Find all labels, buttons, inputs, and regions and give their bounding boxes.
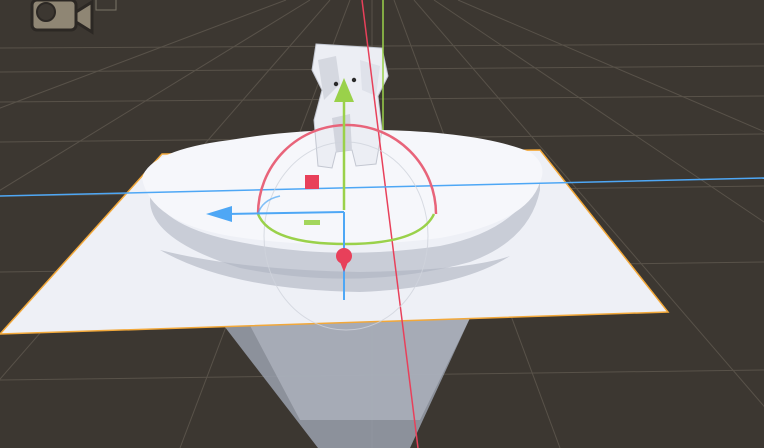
rotate-x-handle-icon[interactable] [336,248,352,264]
ice-floe[interactable] [142,129,543,292]
scene-canvas[interactable] [0,0,764,448]
bear-eye-icon [333,81,339,87]
scene-viewport[interactable] [0,0,764,448]
yz-plane-handle[interactable] [304,220,320,225]
bear-eye-icon [351,77,357,83]
polar-bear[interactable] [311,43,389,169]
xy-plane-handle[interactable] [305,175,319,189]
